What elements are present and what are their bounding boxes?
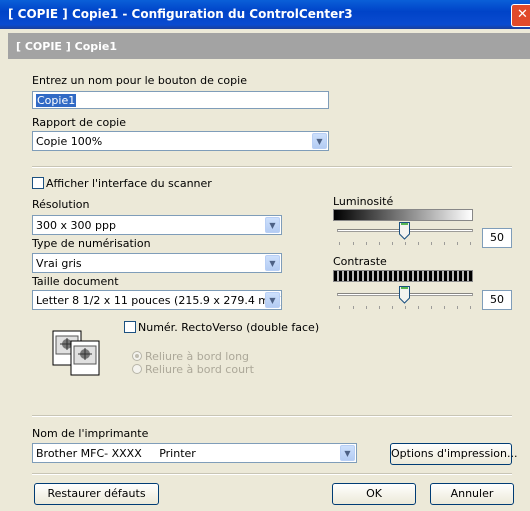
scan-type-label: Type de numérisation [32,237,151,250]
chevron-down-icon: ▼ [340,445,355,461]
show-scanner-interface-checkbox[interactable] [32,177,44,189]
resolution-value: 300 x 300 ppp [36,219,116,232]
ratio-label: Rapport de copie [32,116,126,129]
separator [32,415,512,417]
brightness-label: Luminosité [333,195,394,208]
restore-defaults-button[interactable]: Restaurer défauts [34,483,159,505]
contrast-slider[interactable] [333,286,477,312]
duplex-label: Numér. RectoVerso (double face) [138,321,320,334]
brightness-gradient [333,209,473,221]
copy-name-input[interactable]: Copie1 [32,91,329,109]
copy-ratio-select[interactable]: Copie 100% ▼ [32,131,329,151]
brightness-slider[interactable] [333,222,477,248]
chevron-down-icon: ▼ [312,133,327,149]
resolution-select[interactable]: 300 x 300 ppp ▼ [32,215,282,235]
doc-size-value: Letter 8 1/2 x 11 pouces (215.9 x 279.4 … [36,294,282,307]
brightness-value[interactable]: 50 [482,228,512,248]
doc-size-select[interactable]: Letter 8 1/2 x 11 pouces (215.9 x 279.4 … [32,290,282,310]
printer-select[interactable]: Brother MFC- XXXX Printer ▼ [32,443,357,463]
contrast-label: Contraste [333,255,387,268]
doc-size-label: Taille document [32,275,119,288]
binding-short-label: Reliure à bord court [145,363,254,376]
separator [32,166,512,168]
ok-button[interactable]: OK [332,483,416,505]
contrast-value[interactable]: 50 [482,290,512,310]
window-title: [ COPIE ] Copie1 - Configuration du Cont… [8,7,353,21]
scan-type-select[interactable]: Vrai gris ▼ [32,253,282,273]
close-icon[interactable]: ✕ [511,4,530,27]
show-scanner-interface-label: Afficher l'interface du scanner [46,177,212,190]
binding-long-radio[interactable] [132,351,142,361]
slider-thumb[interactable] [399,222,410,240]
copy-ratio-value: Copie 100% [36,135,103,148]
section-header-label: [ COPIE ] Copie1 [16,40,118,53]
binding-long-label: Reliure à bord long [145,350,250,363]
dialog-window: [ COPIE ] Copie1 - Configuration du Cont… [0,0,530,511]
printer-label: Nom de l'imprimante [32,427,149,440]
copy-name-value: Copie1 [36,94,77,107]
slider-thumb[interactable] [399,286,410,304]
chevron-down-icon: ▼ [265,292,280,308]
resolution-label: Résolution [32,198,90,211]
cancel-button[interactable]: Annuler [430,483,514,505]
title-bar: [ COPIE ] Copie1 - Configuration du Cont… [0,0,530,29]
printer-value: Brother MFC- XXXX Printer [36,447,196,460]
binding-short-radio[interactable] [132,364,142,374]
chevron-down-icon: ▼ [265,255,280,271]
scan-type-value: Vrai gris [36,257,82,270]
duplex-checkbox[interactable] [124,321,136,333]
duplex-pages-icon [52,330,102,376]
name-label: Entrez un nom pour le bouton de copie [32,74,247,87]
chevron-down-icon: ▼ [265,217,280,233]
print-options-button[interactable]: Options d'impression... [390,443,517,465]
section-header: [ COPIE ] Copie1 [8,33,530,59]
separator [32,473,512,475]
contrast-pattern [333,270,473,282]
